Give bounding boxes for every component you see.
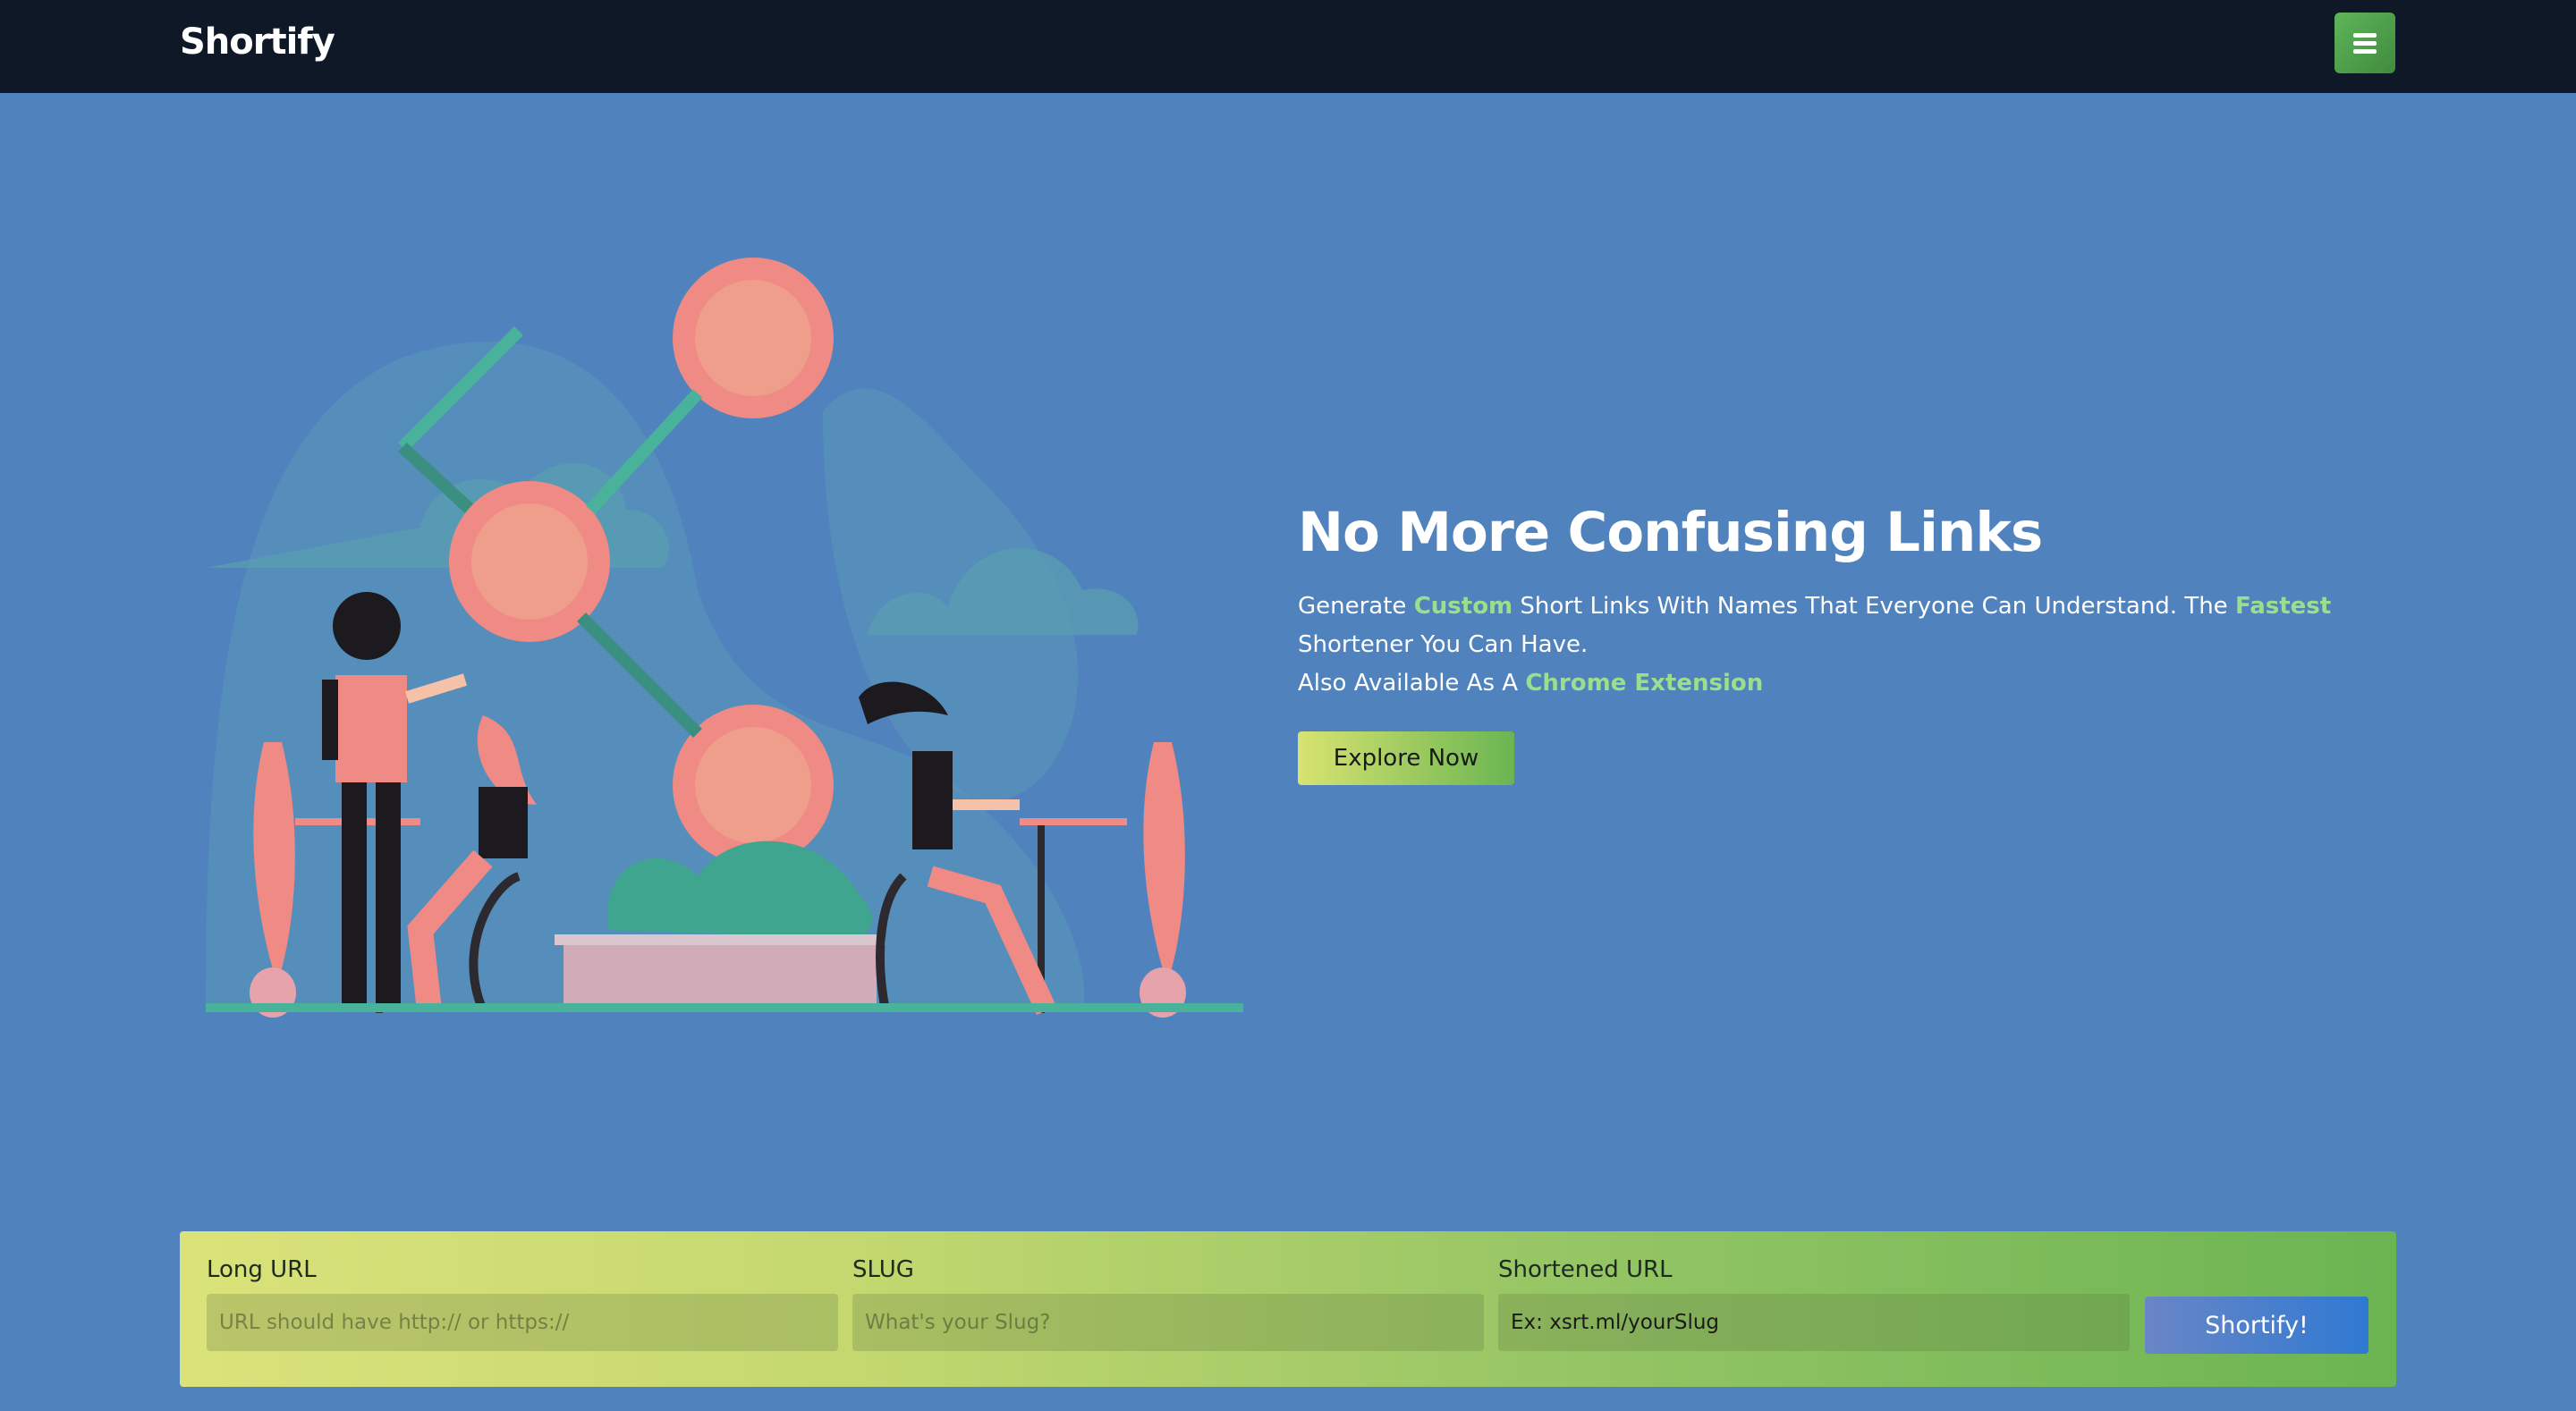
shortify-button[interactable]: Shortify! — [2145, 1297, 2368, 1354]
slug-label: SLUG — [852, 1256, 914, 1283]
highlight-custom: Custom — [1413, 593, 1513, 620]
hero-text-4: Also Available As A — [1298, 670, 1526, 697]
hero-title: No More Confusing Links — [1298, 501, 2043, 564]
planter — [564, 939, 877, 1010]
navbar: Shortify — [0, 0, 2576, 93]
hero-illustration — [206, 258, 1243, 1018]
highlight-fastest: Fastest — [2234, 593, 2332, 620]
chrome-extension-link[interactable]: Chrome Extension — [1525, 670, 1763, 697]
hero-text-2: Short Links With Names That Everyone Can… — [1513, 593, 2235, 620]
menu-button[interactable] — [2334, 13, 2395, 73]
brand-logo[interactable]: Shortify — [180, 21, 335, 63]
plant-right — [1140, 742, 1186, 1018]
explore-now-button[interactable]: Explore Now — [1298, 731, 1514, 785]
floor — [206, 1003, 1243, 1012]
shortened-url-label: Shortened URL — [1498, 1256, 1673, 1283]
shortened-url-field-group: Shortened URL — [1498, 1256, 2130, 1351]
hamburger-icon — [2353, 30, 2377, 57]
desk-right — [1020, 818, 1127, 825]
hero-text-1: Generate — [1298, 593, 1414, 620]
hero-description: Generate Custom Short Links With Names T… — [1298, 587, 2407, 703]
long-url-input[interactable] — [207, 1294, 838, 1351]
long-url-label: Long URL — [207, 1256, 317, 1283]
shorten-form: Long URL SLUG Shortened URL Shortify! — [180, 1231, 2396, 1387]
hero-text-3: Shortener You Can Have. — [1298, 631, 1589, 658]
long-url-field-group: Long URL — [207, 1256, 838, 1351]
plant-left — [250, 742, 296, 1018]
slug-input[interactable] — [852, 1294, 1484, 1351]
slug-field-group: SLUG — [852, 1256, 1484, 1351]
shortened-url-output[interactable] — [1498, 1294, 2130, 1351]
